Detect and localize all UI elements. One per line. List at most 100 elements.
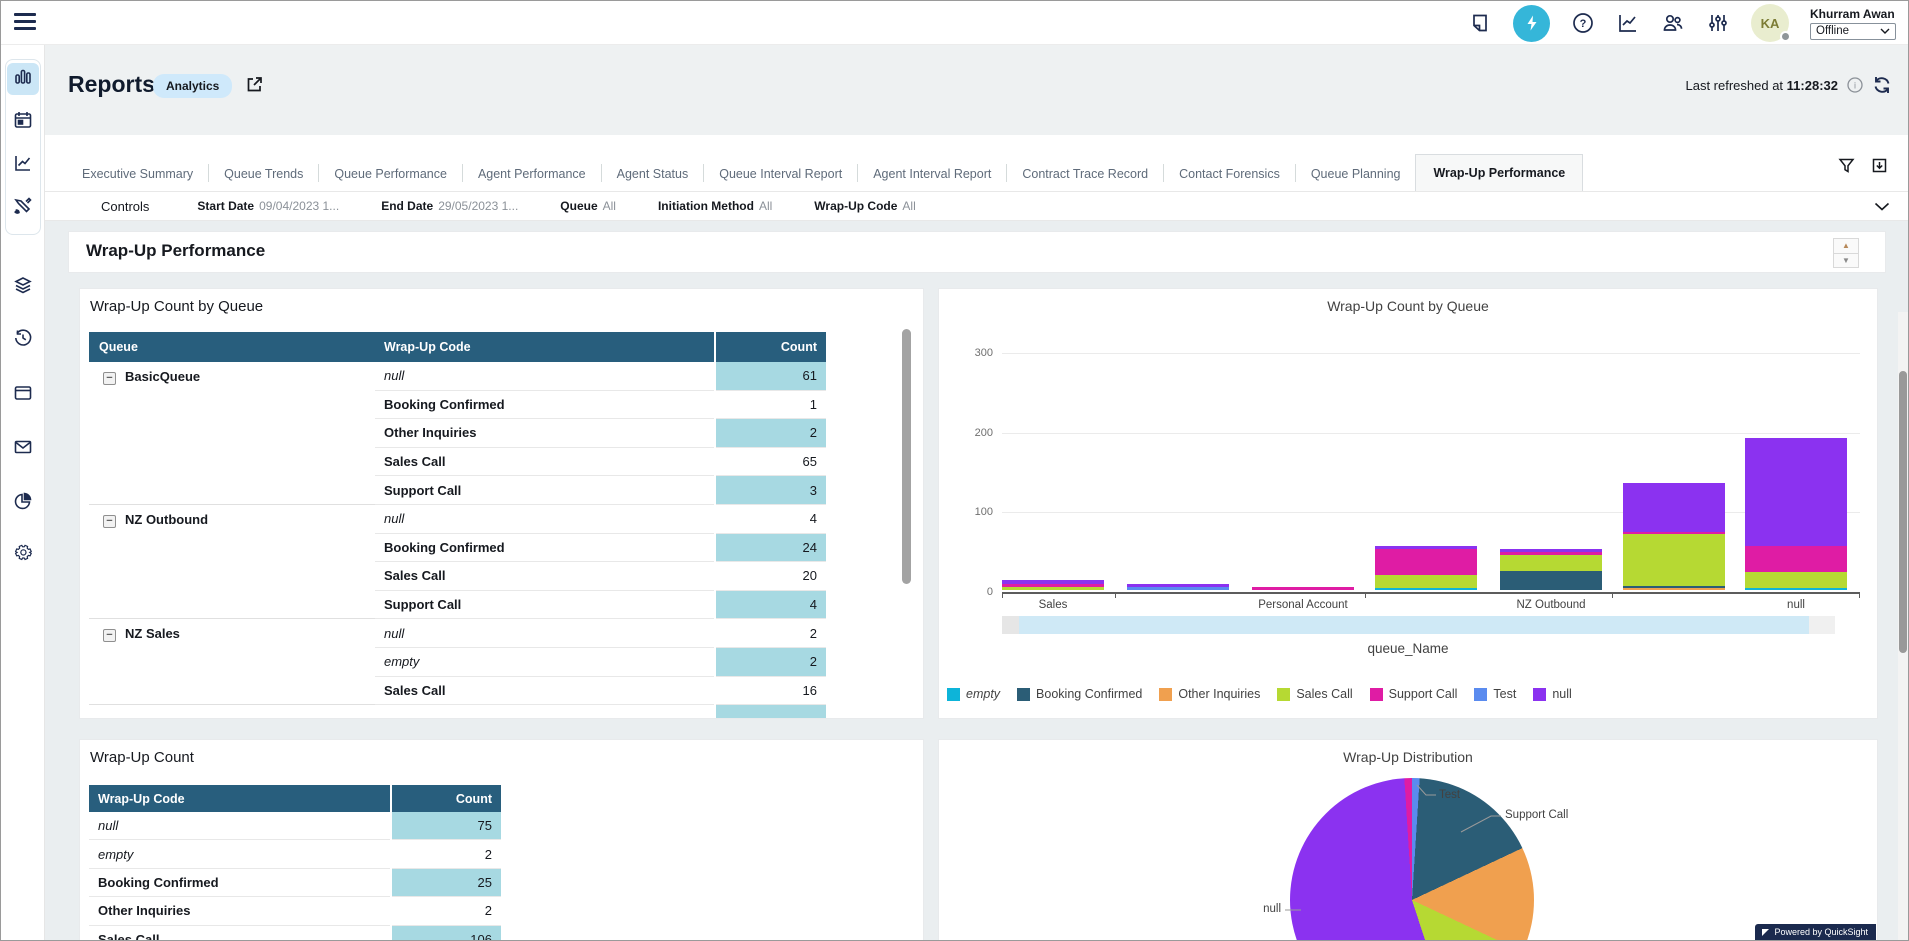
avatar[interactable]: KA — [1751, 4, 1789, 42]
tab-queue-trends[interactable]: Queue Trends — [209, 157, 318, 191]
bar-chart-title: Wrap-Up Count by Queue — [939, 298, 1877, 314]
spinner-up-icon[interactable]: ▲ — [1834, 239, 1858, 254]
gridline-300 — [1002, 353, 1860, 354]
table-scrollbar-thumb[interactable] — [902, 329, 911, 584]
wrapup-code-cell: Booking Confirmed — [89, 869, 390, 897]
chart-scrollbar-left-box[interactable] — [1002, 616, 1019, 634]
sidebar-item-history[interactable] — [7, 324, 39, 356]
sidebar-item-pie-chart[interactable] — [7, 487, 39, 519]
sidebar-item-settings-gear[interactable] — [7, 539, 39, 571]
tab-wrap-up-performance[interactable]: Wrap-Up Performance — [1415, 154, 1583, 191]
tab-agent-performance[interactable]: Agent Performance — [463, 157, 601, 191]
sidebar-item-bar-chart[interactable] — [7, 63, 39, 95]
help-icon[interactable]: ? — [1571, 11, 1595, 35]
external-link-icon[interactable] — [245, 75, 264, 99]
status-value: Offline — [1816, 25, 1849, 37]
legend-item-empty[interactable]: empty — [947, 687, 1000, 701]
bar-segment-sales-call — [1623, 534, 1725, 586]
refresh-icon[interactable] — [1872, 75, 1892, 95]
column-header-wrapup-code[interactable]: Wrap-Up Code — [89, 785, 390, 812]
sidebar — [1, 45, 45, 941]
tab-contact-forensics[interactable]: Contact Forensics — [1164, 157, 1295, 191]
collapse-icon[interactable]: − — [103, 629, 116, 642]
refresh-group: Last refreshed at 11:28:32 i — [1685, 75, 1892, 95]
spinner-down-icon[interactable]: ▼ — [1834, 254, 1858, 268]
chart-horizontal-scrollbar[interactable] — [1002, 616, 1835, 634]
control-end-date[interactable]: End Date29/05/2023 1... — [381, 199, 518, 213]
hamburger-menu-icon[interactable] — [14, 13, 36, 32]
count-cell: 65 — [716, 448, 826, 477]
gridline-100 — [1002, 512, 1860, 513]
legend-item-booking-confirmed[interactable]: Booking Confirmed — [1017, 687, 1142, 701]
y-axis-label-300: 300 — [953, 347, 993, 359]
panel-scroll-spinner[interactable]: ▲ ▼ — [1833, 238, 1859, 268]
control-wrap-up-code[interactable]: Wrap-Up CodeAll — [814, 199, 915, 213]
legend-item-support-call[interactable]: Support Call — [1370, 687, 1458, 701]
sidebar-item-email[interactable] — [7, 433, 39, 465]
collapse-icon[interactable]: − — [103, 515, 116, 528]
column-header-count[interactable]: Count — [716, 332, 826, 362]
chart-scrollbar-thumb[interactable] — [1019, 616, 1809, 634]
sidebar-item-calendar[interactable] — [7, 106, 39, 138]
status-select[interactable]: Offline — [1810, 23, 1896, 40]
column-header-count[interactable]: Count — [392, 785, 501, 812]
stacked-bar-personal-account[interactable] — [1252, 587, 1354, 590]
pie-chart[interactable] — [1290, 778, 1534, 941]
tab-agent-status[interactable]: Agent Status — [602, 157, 704, 191]
collapse-icon[interactable]: − — [103, 372, 116, 385]
legend-swatch — [1017, 688, 1030, 701]
stacked-bar-column-4[interactable] — [1375, 546, 1477, 590]
count-cell: 2 — [392, 840, 501, 868]
status-dot — [1780, 31, 1791, 42]
stacked-bar-null[interactable] — [1745, 438, 1847, 590]
tab-queue-performance[interactable]: Queue Performance — [319, 157, 462, 191]
quicksight-logo-icon — [1761, 928, 1770, 937]
realtime-flash-button[interactable] — [1513, 5, 1550, 42]
stacked-bar-sales[interactable] — [1002, 580, 1104, 590]
stacked-bar-nz-outbound[interactable] — [1500, 549, 1602, 590]
download-icon[interactable] — [1871, 157, 1888, 174]
x-axis-tick — [1365, 592, 1366, 598]
x-axis-line — [1002, 592, 1860, 594]
tab-contract-trace-record[interactable]: Contract Trace Record — [1007, 157, 1163, 191]
metrics-icon[interactable] — [1616, 11, 1640, 35]
main-scrollbar-thumb[interactable] — [1899, 371, 1907, 653]
legend-item-null[interactable]: null — [1533, 687, 1571, 701]
tab-executive-summary[interactable]: Executive Summary — [67, 157, 208, 191]
stacked-bar-column-2[interactable] — [1127, 584, 1229, 590]
controls-collapse-chevron-icon[interactable] — [1874, 199, 1890, 217]
tab-agent-interval-report[interactable]: Agent Interval Report — [858, 157, 1006, 191]
column-header-queue[interactable]: Queue — [89, 332, 375, 362]
legend-item-other-inquiries[interactable]: Other Inquiries — [1159, 687, 1260, 701]
sidebar-item-layers[interactable] — [7, 271, 39, 303]
column-header-wrapup-code[interactable]: Wrap-Up Code — [375, 332, 714, 362]
control-value: 29/05/2023 1... — [438, 199, 518, 213]
control-label: Wrap-Up Code — [814, 199, 897, 213]
sidebar-item-design-brush[interactable] — [7, 192, 39, 224]
agents-icon[interactable] — [1661, 11, 1685, 35]
sidebar-item-line-chart[interactable] — [7, 149, 39, 181]
bar-segment-other-inquiries — [1623, 588, 1725, 590]
sliders-icon[interactable] — [1706, 11, 1730, 35]
control-value: All — [759, 199, 772, 213]
legend-label: Booking Confirmed — [1036, 687, 1142, 701]
control-queue[interactable]: QueueAll — [560, 199, 616, 213]
legend-label: Sales Call — [1296, 687, 1352, 701]
tab-queue-interval-report[interactable]: Queue Interval Report — [704, 157, 857, 191]
stacked-bar-column-6[interactable] — [1623, 483, 1725, 590]
legend-item-test[interactable]: Test — [1474, 687, 1516, 701]
x-axis-tick — [1115, 592, 1116, 598]
legend-item-sales-call[interactable]: Sales Call — [1277, 687, 1352, 701]
info-icon[interactable]: i — [1847, 77, 1863, 93]
notes-icon[interactable] — [1468, 11, 1492, 35]
bar-chart-x-axis-title: queue_Name — [939, 641, 1877, 656]
sidebar-item-window[interactable] — [7, 379, 39, 411]
bar-segment-support-call — [1375, 549, 1477, 575]
bar-segment-empty — [1745, 588, 1847, 590]
svg-text:?: ? — [1580, 18, 1587, 30]
tab-queue-planning[interactable]: Queue Planning — [1296, 157, 1416, 191]
filter-icon[interactable] — [1838, 157, 1855, 174]
control-start-date[interactable]: Start Date09/04/2023 1... — [197, 199, 339, 213]
control-initiation-method[interactable]: Initiation MethodAll — [658, 199, 772, 213]
bar-segment-null — [1745, 438, 1847, 546]
